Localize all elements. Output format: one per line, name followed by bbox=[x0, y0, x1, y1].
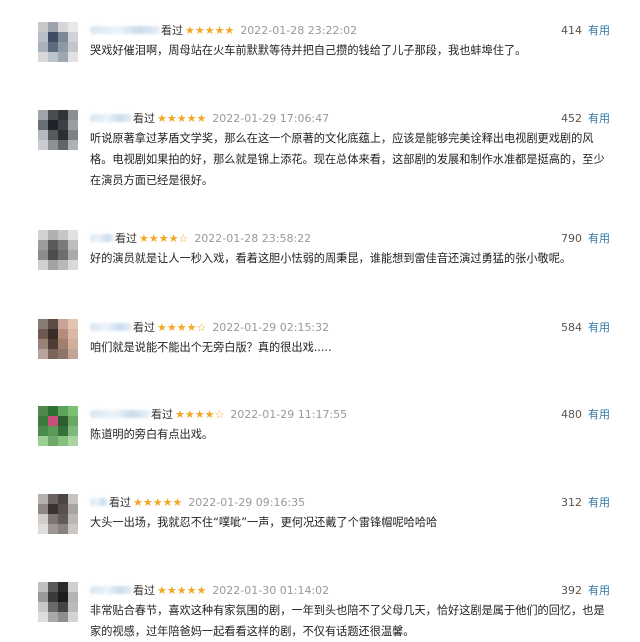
avatar[interactable] bbox=[38, 230, 78, 270]
review-time[interactable]: 2022-01-29 11:17:55 bbox=[230, 408, 347, 421]
vote-count: 790 bbox=[561, 232, 582, 245]
vote-count: 452 bbox=[561, 112, 582, 125]
watch-status: 看过 bbox=[151, 408, 173, 421]
rating-stars: ★★★★★ bbox=[185, 24, 235, 37]
rating-stars: ★★★★★ bbox=[157, 584, 207, 597]
review-meta: 看过 ★★★★★ 2022-01-29 17:06:47 bbox=[90, 110, 610, 128]
watch-status: 看过 bbox=[133, 112, 155, 125]
review-meta: 看过 ★★★★★ 2022-01-28 23:22:02 bbox=[90, 22, 610, 40]
username-blurred[interactable] bbox=[90, 498, 108, 506]
username-blurred[interactable] bbox=[90, 586, 132, 594]
review-meta: 看过 ★★★★☆ 2022-01-29 11:17:55 bbox=[90, 406, 610, 424]
rating-stars: ★★★★★ bbox=[133, 496, 183, 509]
vote-area: 790 有用 bbox=[561, 230, 610, 248]
vote-area: 584 有用 bbox=[561, 319, 610, 337]
avatar[interactable] bbox=[38, 406, 78, 446]
review-time[interactable]: 2022-01-29 09:16:35 bbox=[188, 496, 305, 509]
vote-area: 414 有用 bbox=[561, 22, 610, 40]
review-meta: 看过 ★★★★★ 2022-01-29 09:16:35 bbox=[90, 494, 610, 512]
useful-button[interactable]: 有用 bbox=[588, 408, 610, 421]
review-text: 好的演员就是让人一秒入戏，看着这胆小怯弱的周秉昆，谁能想到雷佳音还演过勇猛的张小… bbox=[90, 252, 572, 265]
review-text: 陈道明的旁白有点出戏。 bbox=[90, 428, 214, 441]
rating-stars: ★★★★☆ bbox=[175, 408, 225, 421]
review-time[interactable]: 2022-01-28 23:58:22 bbox=[194, 232, 311, 245]
review-text: 哭戏好催泪啊，周母站在火车前默默等待并把自己攒的钱给了儿子那段，我也蚌埠住了。 bbox=[90, 44, 527, 57]
review-text: 听说原著拿过茅盾文学奖，那么在这一个原著的文化底蕴上，应该是能够完美诠释出电视剧… bbox=[90, 132, 605, 187]
vote-area: 312 有用 bbox=[561, 494, 610, 512]
useful-button[interactable]: 有用 bbox=[588, 232, 610, 245]
review-time[interactable]: 2022-01-29 02:15:32 bbox=[212, 321, 329, 334]
vote-area: 480 有用 bbox=[561, 406, 610, 424]
watch-status: 看过 bbox=[161, 24, 183, 37]
watch-status: 看过 bbox=[115, 232, 137, 245]
review-meta: 看过 ★★★★☆ 2022-01-29 02:15:32 bbox=[90, 319, 610, 337]
review-text: 咱们就是说能不能出个无旁白版？真的很出戏..... bbox=[90, 341, 332, 354]
avatar[interactable] bbox=[38, 22, 78, 62]
username-blurred[interactable] bbox=[90, 323, 132, 331]
review-time[interactable]: 2022-01-28 23:22:02 bbox=[240, 24, 357, 37]
vote-area: 452 有用 bbox=[561, 110, 610, 128]
watch-status: 看过 bbox=[133, 584, 155, 597]
username-blurred[interactable] bbox=[90, 234, 114, 242]
username-blurred[interactable] bbox=[90, 114, 132, 122]
avatar[interactable] bbox=[38, 110, 78, 150]
watch-status: 看过 bbox=[133, 321, 155, 334]
useful-button[interactable]: 有用 bbox=[588, 112, 610, 125]
username-blurred[interactable] bbox=[90, 410, 150, 418]
vote-count: 480 bbox=[561, 408, 582, 421]
rating-stars: ★★★★☆ bbox=[139, 232, 189, 245]
vote-count: 414 bbox=[561, 24, 582, 37]
avatar[interactable] bbox=[38, 319, 78, 359]
username-blurred[interactable] bbox=[90, 26, 160, 34]
useful-button[interactable]: 有用 bbox=[588, 321, 610, 334]
review-text: 非常贴合春节，喜欢这种有家氛围的剧，一年到头也陪不了父母几天，恰好这剧是属于他们… bbox=[90, 604, 605, 638]
rating-stars: ★★★★☆ bbox=[157, 321, 207, 334]
avatar[interactable] bbox=[38, 582, 78, 622]
review-time[interactable]: 2022-01-30 01:14:02 bbox=[212, 584, 329, 597]
vote-area: 392 有用 bbox=[561, 582, 610, 600]
useful-button[interactable]: 有用 bbox=[588, 584, 610, 597]
avatar[interactable] bbox=[38, 494, 78, 534]
review-meta: 看过 ★★★★☆ 2022-01-28 23:58:22 bbox=[90, 230, 610, 248]
vote-count: 584 bbox=[561, 321, 582, 334]
useful-button[interactable]: 有用 bbox=[588, 24, 610, 37]
useful-button[interactable]: 有用 bbox=[588, 496, 610, 509]
review-time[interactable]: 2022-01-29 17:06:47 bbox=[212, 112, 329, 125]
watch-status: 看过 bbox=[109, 496, 131, 509]
vote-count: 392 bbox=[561, 584, 582, 597]
review-text: 大头一出场，我就忍不住“噗呲”一声，更何况还戴了个雷锋帽呢哈哈哈 bbox=[90, 516, 438, 529]
review-meta: 看过 ★★★★★ 2022-01-30 01:14:02 bbox=[90, 582, 610, 600]
vote-count: 312 bbox=[561, 496, 582, 509]
rating-stars: ★★★★★ bbox=[157, 112, 207, 125]
